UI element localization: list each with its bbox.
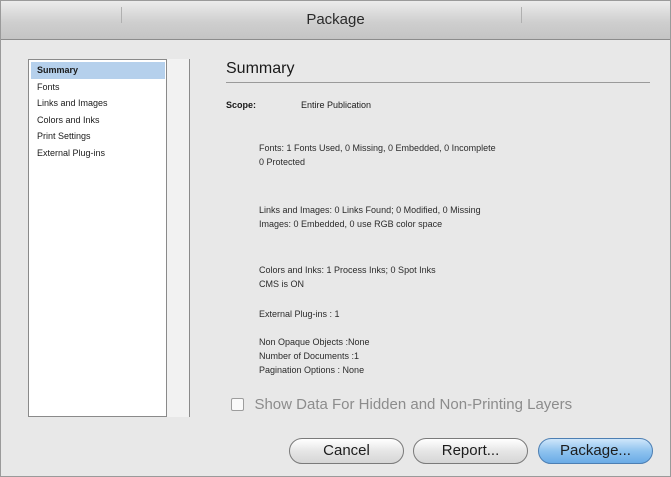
sidebar-item-fonts[interactable]: Fonts bbox=[31, 79, 165, 96]
non-opaque-objects-line: Non Opaque Objects :None bbox=[259, 337, 370, 347]
document-summary: Non Opaque Objects :None Number of Docum… bbox=[259, 335, 370, 377]
fonts-summary-line: Fonts: 1 Fonts Used, 0 Missing, 0 Embedd… bbox=[259, 143, 496, 153]
sidebar-item-colors-and-inks[interactable]: Colors and Inks bbox=[31, 112, 165, 129]
hidden-layers-option: Show Data For Hidden and Non-Printing La… bbox=[231, 396, 572, 414]
panel-title: Summary bbox=[226, 60, 650, 83]
links-summary: Links and Images: 0 Links Found; 0 Modif… bbox=[259, 203, 481, 231]
scope-label: Scope: bbox=[226, 100, 257, 110]
window-title: Package bbox=[306, 11, 365, 28]
hidden-layers-checkbox[interactable] bbox=[231, 398, 244, 412]
colors-summary: Colors and Inks: 1 Process Inks; 0 Spot … bbox=[259, 263, 436, 291]
cms-status-line: CMS is ON bbox=[259, 279, 304, 289]
sidebar-item-links-and-images[interactable]: Links and Images bbox=[31, 95, 165, 112]
sidebar-item-print-settings[interactable]: Print Settings bbox=[31, 128, 165, 145]
hidden-layers-checkbox-label[interactable]: Show Data For Hidden and Non-Printing La… bbox=[254, 396, 572, 413]
pagination-options-line: Pagination Options : None bbox=[259, 365, 365, 375]
category-list[interactable]: Summary Fonts Links and Images Colors an… bbox=[28, 59, 190, 417]
package-button[interactable]: Package... bbox=[538, 438, 653, 464]
scrollbar-gutter[interactable] bbox=[166, 59, 190, 417]
colors-summary-line: Colors and Inks: 1 Process Inks; 0 Spot … bbox=[259, 265, 436, 275]
title-bar-divider bbox=[121, 7, 122, 23]
cancel-button[interactable]: Cancel bbox=[289, 438, 404, 464]
sidebar-item-external-plug-ins[interactable]: External Plug-ins bbox=[31, 145, 165, 162]
report-button[interactable]: Report... bbox=[413, 438, 528, 464]
title-bar-divider bbox=[521, 7, 522, 23]
title-bar: Package bbox=[1, 1, 670, 40]
plugins-summary: External Plug-ins : 1 bbox=[259, 309, 340, 319]
scope-value: Entire Publication bbox=[301, 100, 372, 110]
package-dialog: Package Summary Fonts Links and Images C… bbox=[0, 0, 671, 477]
number-of-documents-line: Number of Documents :1 bbox=[259, 351, 360, 361]
links-summary-line: Links and Images: 0 Links Found; 0 Modif… bbox=[259, 205, 481, 215]
fonts-summary: Fonts: 1 Fonts Used, 0 Missing, 0 Embedd… bbox=[259, 141, 496, 169]
sidebar-item-summary[interactable]: Summary bbox=[31, 62, 165, 79]
fonts-summary-line: 0 Protected bbox=[259, 157, 306, 167]
images-summary-line: Images: 0 Embedded, 0 use RGB color spac… bbox=[259, 219, 443, 229]
